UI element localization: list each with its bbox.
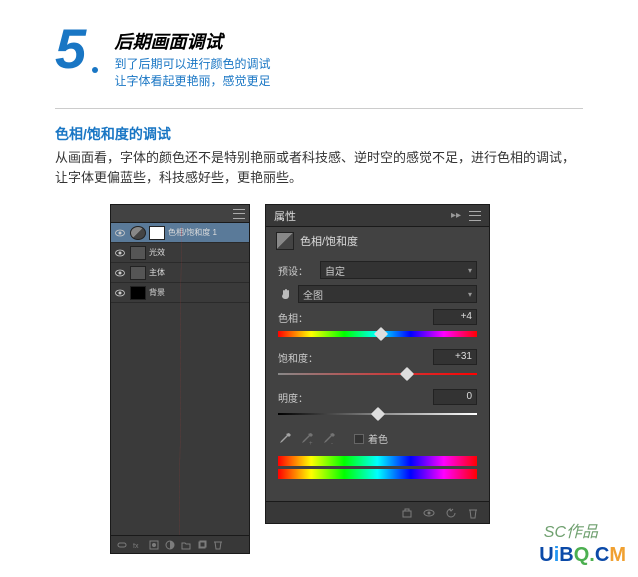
step-number-5: 5 xyxy=(55,20,105,85)
colorize-checkbox[interactable] xyxy=(354,434,364,444)
preset-label: 预设： xyxy=(278,263,320,278)
properties-tab[interactable]: 属性 xyxy=(274,208,296,224)
saturation-value[interactable]: +31 xyxy=(433,349,477,365)
reset-icon[interactable] xyxy=(445,507,457,519)
layer-label: 光效 xyxy=(149,247,165,258)
saturation-slider[interactable] xyxy=(278,369,477,379)
trash-icon[interactable] xyxy=(467,507,479,519)
adjustment-thumb xyxy=(130,226,146,240)
lightness-value[interactable]: 0 xyxy=(433,389,477,405)
visibility-eye-icon[interactable] xyxy=(113,266,127,280)
spectrum-display xyxy=(278,456,477,479)
new-layer-icon[interactable] xyxy=(197,540,207,550)
panel-menu-icon[interactable] xyxy=(469,211,481,221)
lightness-slider[interactable] xyxy=(278,409,477,419)
adjustment-title: 色相/饱和度 xyxy=(300,233,358,249)
svg-text:5: 5 xyxy=(55,20,87,80)
layer-thumb xyxy=(130,286,146,300)
content-body: 从画面看，字体的颜色还不是特别艳丽或者科技感、逆时空的感觉不足，进行色相的调试，… xyxy=(55,148,583,190)
layer-label: 色相/饱和度 1 xyxy=(168,227,217,238)
adjustment-icon[interactable] xyxy=(165,540,175,550)
lightness-label: 明度： xyxy=(278,390,308,405)
layers-panel-header xyxy=(111,205,249,223)
layer-thumb xyxy=(130,246,146,260)
step-subtitle-1: 到了后期可以进行颜色的调试 xyxy=(114,56,270,73)
properties-panel: 属性 ▸▸ 色相/饱和度 预设： 自定 ▾ 全图 ▾ xyxy=(265,204,490,524)
eye-icon[interactable] xyxy=(423,507,435,519)
svg-text:fx: fx xyxy=(133,543,139,550)
panel-menu-icon[interactable] xyxy=(233,209,245,219)
hue-value[interactable]: +4 xyxy=(433,309,477,325)
link-icon[interactable] xyxy=(117,540,127,550)
eyedropper-add-icon[interactable]: + xyxy=(300,432,314,446)
chevron-down-icon: ▾ xyxy=(468,290,472,299)
visibility-eye-icon[interactable] xyxy=(113,246,127,260)
layer-label: 主体 xyxy=(149,267,165,278)
svg-text:+: + xyxy=(309,441,313,446)
chevron-down-icon: ▾ xyxy=(468,266,472,275)
layer-mask-thumb xyxy=(149,226,165,240)
layer-row[interactable]: 主体 xyxy=(111,263,249,283)
preset-select[interactable]: 自定 ▾ xyxy=(320,261,477,279)
hue-sat-icon xyxy=(276,232,294,250)
fx-icon[interactable]: fx xyxy=(133,540,143,550)
range-select[interactable]: 全图 ▾ xyxy=(298,285,477,303)
watermark-sc: SC作品 xyxy=(544,518,598,542)
step-subtitle-2: 让字体看起更艳丽，感觉更足 xyxy=(114,73,270,90)
folder-icon[interactable] xyxy=(181,540,191,550)
watermark-uibq: UiBQ.CM xyxy=(539,544,626,567)
saturation-label: 饱和度： xyxy=(278,350,318,365)
layer-row[interactable]: 色相/饱和度 1 xyxy=(111,223,249,243)
eyedropper-subtract-icon[interactable]: - xyxy=(322,432,336,446)
content-title: 色相/饱和度的调试 xyxy=(55,124,583,144)
layer-row[interactable]: 光效 xyxy=(111,243,249,263)
mask-icon[interactable] xyxy=(149,540,159,550)
trash-icon[interactable] xyxy=(213,540,223,550)
hue-label: 色相： xyxy=(278,310,308,325)
eyedropper-icon[interactable] xyxy=(278,432,292,446)
layer-label: 背景 xyxy=(149,287,165,298)
visibility-eye-icon[interactable] xyxy=(113,286,127,300)
layers-panel-footer: fx xyxy=(111,535,249,553)
clip-icon[interactable] xyxy=(401,507,413,519)
properties-footer xyxy=(266,501,489,523)
colorize-label: 着色 xyxy=(368,431,388,446)
svg-text:-: - xyxy=(331,441,333,446)
hue-slider[interactable] xyxy=(278,329,477,339)
hand-tool-icon[interactable] xyxy=(278,286,294,302)
preset-value: 自定 xyxy=(325,263,345,278)
layers-panel: 色相/饱和度 1光效主体背景 fx xyxy=(110,204,250,554)
range-value: 全图 xyxy=(303,287,323,302)
properties-header: 属性 ▸▸ xyxy=(266,205,489,227)
layer-thumb xyxy=(130,266,146,280)
collapse-icon[interactable]: ▸▸ xyxy=(451,210,461,221)
step-title: 后期画面调试 xyxy=(114,28,270,54)
visibility-eye-icon[interactable] xyxy=(113,226,127,240)
layer-row[interactable]: 背景 xyxy=(111,283,249,303)
